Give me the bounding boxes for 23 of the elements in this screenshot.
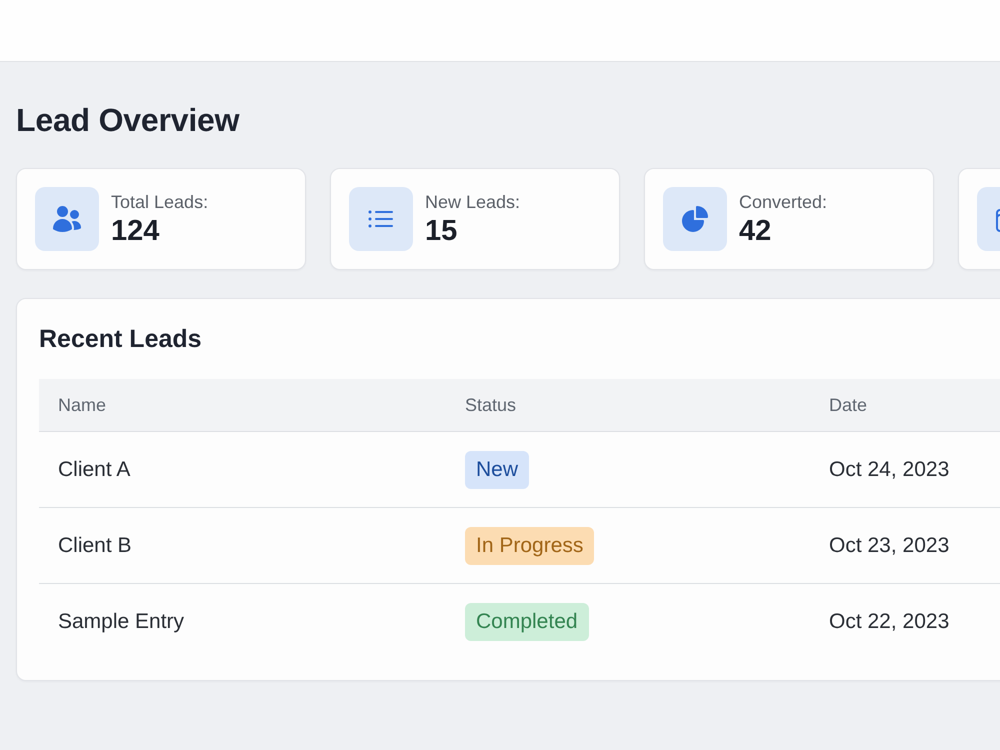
lead-date: Oct 22, 2023 [829, 610, 950, 634]
lead-date: Oct 23, 2023 [829, 534, 950, 558]
status-tag: In Progress [465, 526, 594, 564]
list-icon [349, 187, 413, 251]
page-title: Lead Overview [16, 101, 240, 140]
lead-date: Oct 24, 2023 [829, 458, 950, 482]
card-title: Recent Leads [39, 324, 202, 354]
column-header: Name [39, 379, 446, 432]
lead-name: Client B [58, 534, 132, 558]
pie-chart-icon [663, 187, 727, 251]
stat-label: Converted: [739, 190, 828, 212]
stat-label: Total Leads: [111, 190, 208, 212]
users-icon [35, 187, 99, 251]
stat-value: 15 [425, 214, 458, 248]
stat-value: 124 [111, 214, 160, 248]
stat-value: 42 [739, 214, 772, 248]
status-tag: Completed [465, 602, 589, 640]
lead-name: Sample Entry [58, 610, 184, 634]
lead-name: Client A [58, 458, 130, 482]
column-header: Date [810, 379, 1000, 432]
column-header: Status [446, 379, 810, 432]
status-tag: New [465, 450, 530, 488]
stat-label: New Leads: [425, 190, 520, 212]
